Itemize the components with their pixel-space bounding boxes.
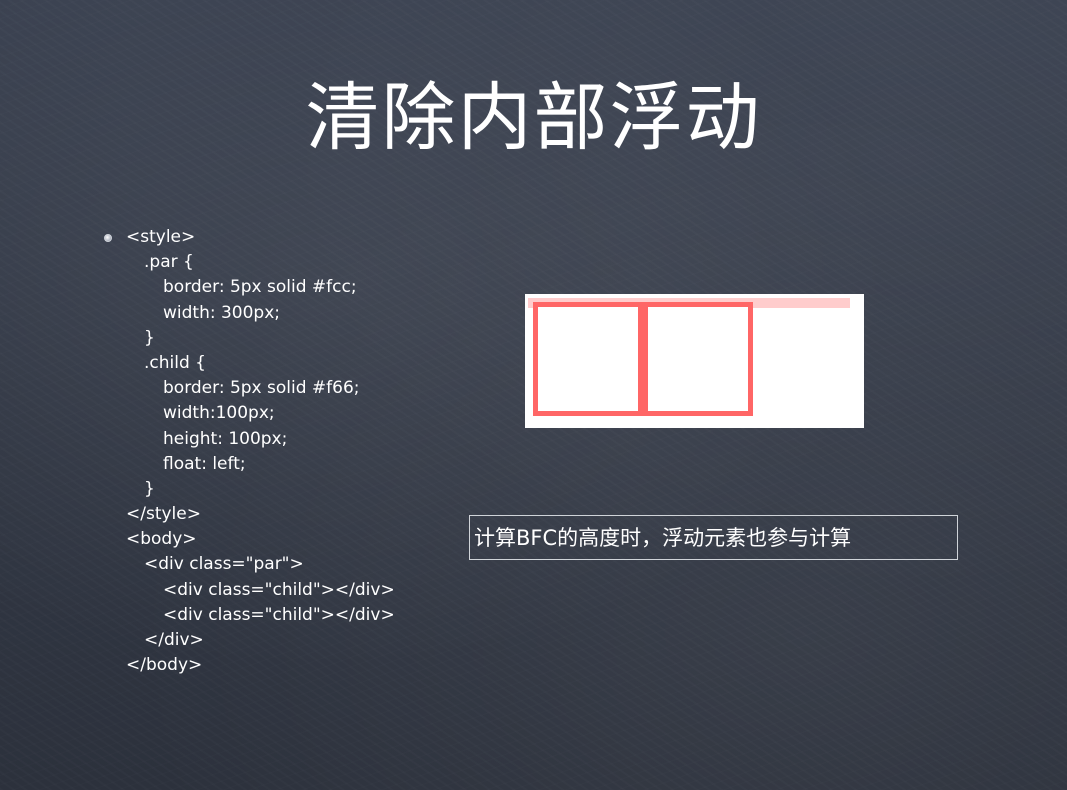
code-line: <div class="par"> — [144, 554, 304, 575]
float-child-box — [643, 302, 753, 416]
bfc-note-box: 计算BFC的高度时，浮动元素也参与计算 — [469, 515, 958, 560]
code-line: </body> — [126, 655, 203, 676]
code-line: </div> — [144, 630, 204, 650]
bullet-dot-icon — [104, 234, 112, 242]
code-line: <body> — [126, 529, 197, 550]
float-child-box — [533, 302, 643, 416]
code-line: float: left; — [163, 453, 246, 474]
float-demo-preview — [525, 294, 864, 428]
code-line: border: 5px solid #fcc; — [163, 277, 357, 298]
code-line: </style> — [126, 504, 201, 525]
code-line: width:100px; — [163, 403, 275, 424]
slide-title: 清除内部浮动 — [305, 75, 762, 161]
code-line: .child { — [144, 352, 206, 373]
code-line: width: 300px; — [163, 302, 281, 323]
code-line: .par { — [144, 252, 194, 273]
code-line: } — [144, 478, 155, 499]
code-line: border: 5px solid #f66; — [163, 378, 360, 399]
code-line: <div class="child"></div> — [163, 579, 395, 600]
code-line: <div class="child"></div> — [163, 604, 395, 625]
code-line: height: 100px; — [163, 428, 288, 449]
code-line: } — [144, 327, 155, 348]
code-listing: <style> .par { border: 5px solid #fcc; w… — [126, 225, 456, 678]
code-line: <style> — [126, 227, 196, 247]
